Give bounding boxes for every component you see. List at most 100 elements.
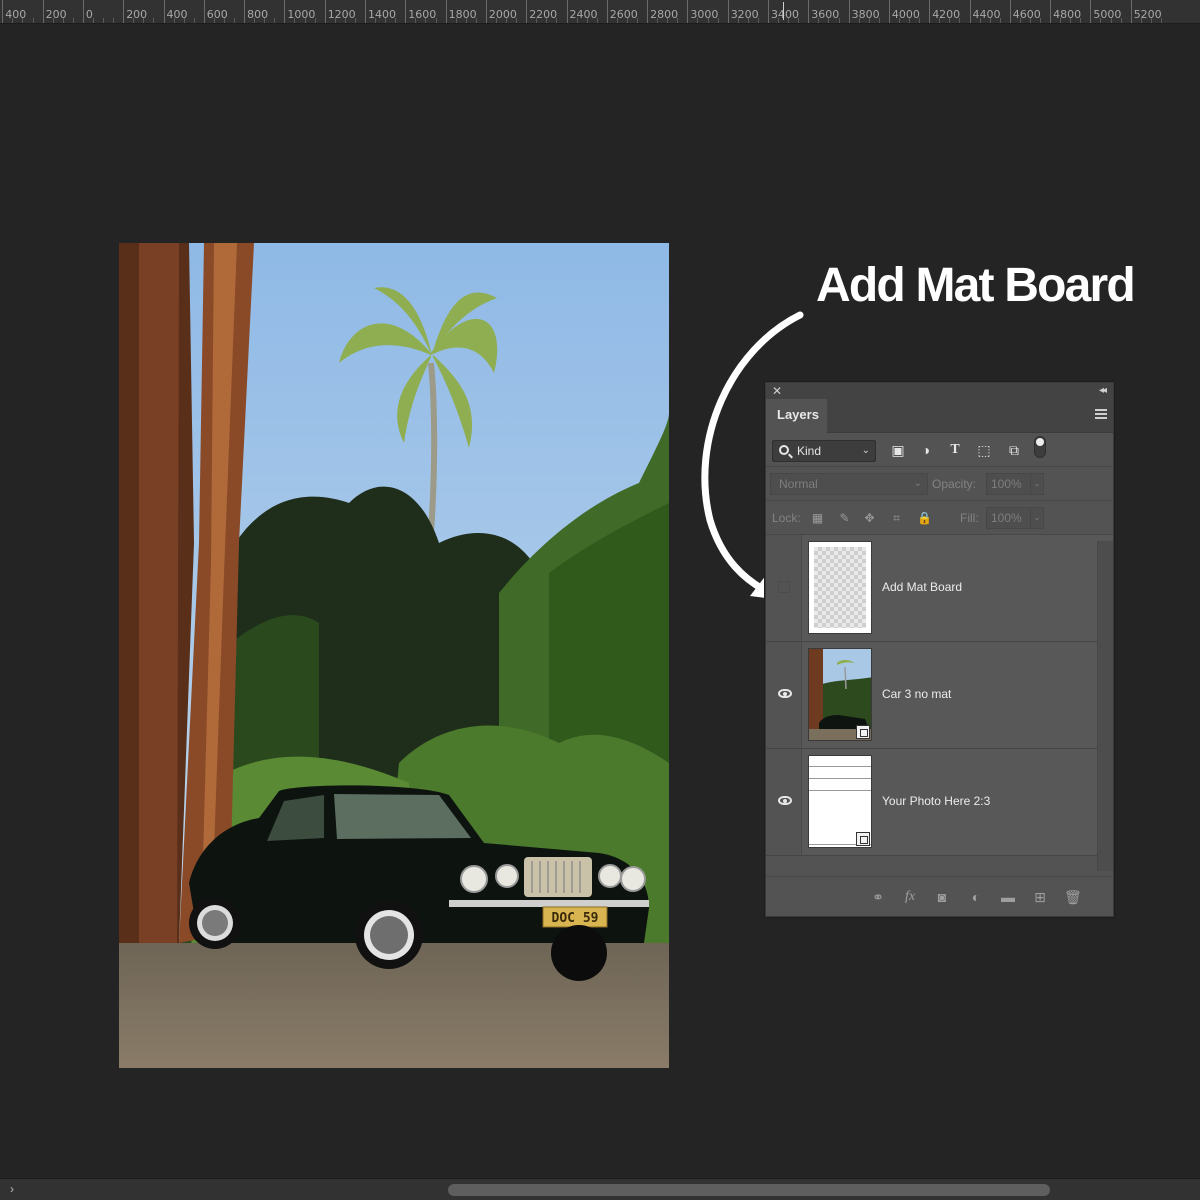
panel-title-bar[interactable]: ✕ ◂◂ [766, 383, 1113, 399]
layer-thumbnail [808, 541, 872, 634]
opacity-label: Opacity: [932, 477, 977, 491]
eye-icon[interactable] [778, 796, 792, 805]
ruler-tick-label: 1600 [408, 8, 437, 21]
type-layer-filter-icon[interactable]: T [947, 442, 963, 458]
ruler-minor-tick [1160, 18, 1162, 23]
fill-dropdown-icon[interactable]: ⌄ [1030, 507, 1044, 529]
visibility-toggle[interactable] [766, 642, 802, 748]
ruler-minor-tick [385, 18, 387, 23]
layer-row-car-3-no-mat[interactable]: Car 3 no mat [766, 642, 1113, 749]
ruler-tick-label: 5200 [1133, 8, 1162, 21]
collapse-icon[interactable]: ◂◂ [1099, 383, 1107, 399]
add-mask-icon[interactable]: ◙ [934, 889, 950, 905]
layer-name[interactable]: Add Mat Board [882, 580, 962, 594]
eye-icon[interactable] [778, 689, 792, 698]
annotation-headline: Add Mat Board [816, 259, 1136, 312]
ruler-minor-tick [596, 18, 598, 23]
layer-row-add-mat-board[interactable]: Add Mat Board [766, 535, 1113, 642]
lock-transparent-pixels-icon[interactable]: ▦ [811, 512, 824, 525]
ruler-minor-tick [62, 18, 64, 23]
ruler-tick [969, 0, 971, 23]
ruler-tick-label: 1400 [368, 8, 396, 21]
lock-all-icon[interactable]: 🔒 [917, 512, 932, 525]
smart-object-filter-icon[interactable]: ⧉ [1006, 442, 1022, 458]
ruler-minor-tick [1080, 18, 1082, 23]
lock-label: Lock: [772, 511, 801, 525]
panel-menu-icon[interactable] [1095, 409, 1107, 419]
ruler-minor-tick [395, 18, 397, 23]
new-layer-icon[interactable]: ⊞ [1032, 889, 1048, 905]
ruler-tick [727, 0, 729, 23]
blend-mode-select[interactable]: Normal ⌄ [770, 473, 928, 495]
filter-toggle[interactable] [1034, 436, 1046, 458]
ruler-tick-label: 3600 [811, 8, 840, 21]
ruler-minor-tick [32, 18, 34, 23]
ruler-minor-tick [657, 18, 659, 23]
horizontal-scrollbar[interactable]: › [0, 1178, 1200, 1200]
opacity-dropdown-icon[interactable]: ⌄ [1030, 473, 1044, 495]
ruler-tick-label: 3800 [851, 8, 880, 21]
ruler-minor-tick [516, 18, 518, 23]
ruler-tick-label: 2800 [650, 8, 679, 21]
ruler-tick [687, 0, 689, 23]
trash-icon[interactable]: 🗑 [1064, 889, 1082, 905]
ruler-minor-tick [354, 18, 356, 23]
ruler-minor-tick [898, 18, 900, 23]
layers-scrollbar[interactable] [1097, 541, 1113, 871]
ruler-tick [929, 0, 931, 23]
horizontal-ruler[interactable]: 400 200 0 200 400 600 800 1000 1200 1400 1600 1800 2… [0, 0, 1200, 24]
ruler-minor-tick [274, 18, 276, 23]
layer-row-your-photo-here[interactable]: Your Photo Here 2:3 [766, 749, 1113, 856]
ruler-tick [566, 0, 568, 23]
tab-layers[interactable]: Layers [766, 399, 827, 433]
search-icon [779, 445, 789, 455]
ruler-minor-tick [1060, 18, 1062, 23]
ruler-minor-tick [173, 18, 175, 23]
adjustment-layer-filter-icon[interactable]: ◑ [918, 442, 934, 458]
opacity-field[interactable]: 100% [986, 473, 1036, 495]
layer-name[interactable]: Your Photo Here 2:3 [882, 794, 990, 808]
ruler-tick [284, 0, 286, 23]
ruler-tick-label: 3000 [690, 8, 719, 21]
ruler-minor-tick [747, 18, 749, 23]
adjustment-layer-icon[interactable]: ◐ [968, 889, 984, 905]
link-layers-icon[interactable]: ⚭ [870, 889, 886, 905]
ruler-tick-label: 2400 [569, 8, 598, 21]
fill-field[interactable]: 100% [986, 507, 1036, 529]
panel-tab-bar: Layers [766, 399, 1113, 433]
lock-image-pixels-icon[interactable]: ✎ [838, 512, 851, 525]
ruler-minor-tick [143, 18, 145, 23]
ruler-tick [1130, 0, 1132, 23]
layer-name[interactable]: Car 3 no mat [882, 687, 951, 701]
pixel-layer-filter-icon[interactable]: ▣ [890, 442, 906, 458]
ruler-tick [82, 0, 84, 23]
ruler-tick [324, 0, 326, 23]
layer-style-fx-icon[interactable]: fx [902, 889, 918, 905]
ruler-minor-tick [223, 18, 225, 23]
ruler-minor-tick [304, 18, 306, 23]
close-icon[interactable]: ✕ [772, 383, 782, 399]
new-group-folder-icon[interactable]: ▬ [1000, 889, 1016, 905]
ruler-tick-label: 4600 [1012, 8, 1041, 21]
lock-position-icon[interactable]: ✥ [863, 512, 876, 525]
smart-object-badge-icon [856, 725, 870, 739]
scrollbar-thumb[interactable] [448, 1184, 1050, 1196]
visibility-toggle[interactable] [766, 749, 802, 855]
ruler-minor-tick [1019, 18, 1021, 23]
chevron-right-icon[interactable]: › [10, 1182, 14, 1196]
filter-kind-select[interactable]: Kind ⌄ [772, 440, 876, 462]
transparency-checkerboard [814, 547, 866, 628]
layers-panel: ✕ ◂◂ Layers Kind ⌄ ▣ ◑ T ⬚ ⧉ Normal ⌄ Op… [765, 382, 1114, 917]
ruler-minor-tick [1120, 18, 1122, 23]
ruler-minor-tick [133, 18, 135, 23]
ruler-minor-tick [818, 18, 820, 23]
lock-artboard-icon[interactable]: ⌗ [890, 512, 903, 525]
hidden-eye-slot[interactable] [778, 581, 790, 593]
visibility-toggle[interactable] [766, 535, 802, 641]
ruler-minor-tick [878, 18, 880, 23]
shape-layer-filter-icon[interactable]: ⬚ [976, 442, 992, 458]
ruler-minor-tick [536, 18, 538, 23]
ruler-minor-tick [294, 18, 296, 23]
ruler-minor-tick [788, 18, 790, 23]
chevron-down-icon: ⌄ [913, 478, 922, 489]
